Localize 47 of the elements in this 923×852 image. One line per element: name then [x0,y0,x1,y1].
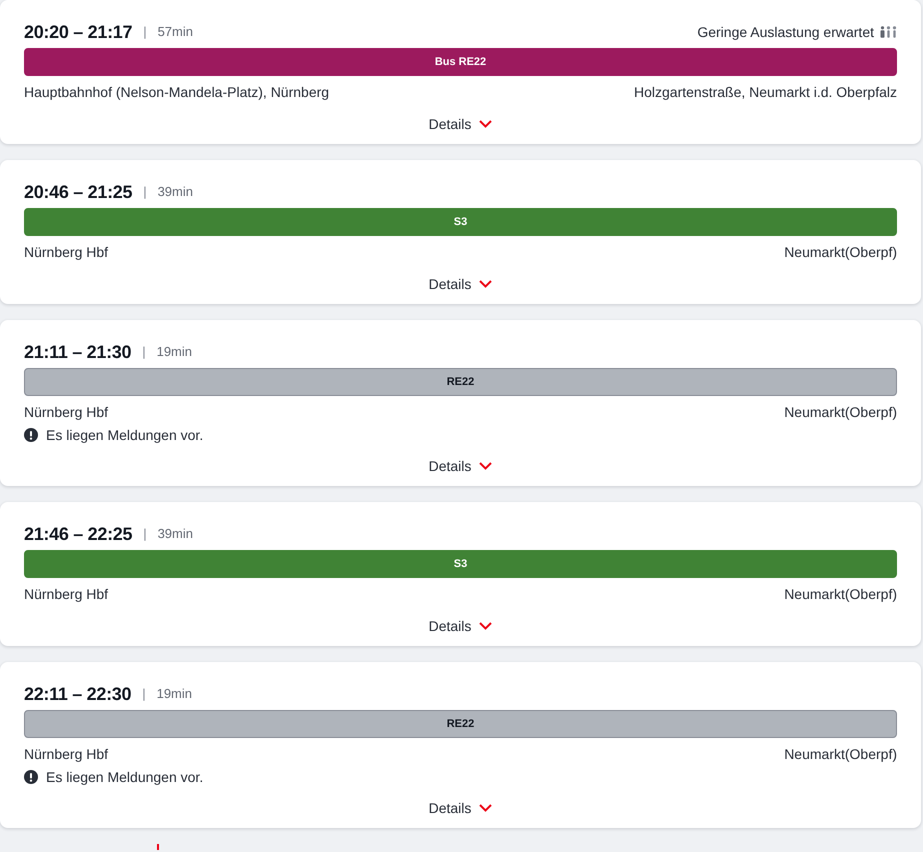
arrival-station: Neumarkt(Oberpf) [784,744,897,764]
chevron-down-icon [479,622,492,630]
details-toggle[interactable]: Details [428,456,492,476]
chevron-down-icon [479,120,492,128]
chevron-down-icon [479,462,492,470]
line-bar[interactable]: Bus RE22 [24,48,897,76]
separator: | [142,343,146,362]
departure-station: Nürnberg Hbf [24,242,108,262]
line-bar[interactable]: RE22 [24,710,897,738]
occupancy-people-icon [880,26,897,38]
travel-duration: 19min [156,685,192,704]
departure-station: Nürnberg Hbf [24,584,108,604]
line-bar[interactable]: S3 [24,208,897,236]
travel-duration: 19min [156,343,192,362]
departure-arrival-times: 22:11 – 22:30 [24,683,132,706]
departure-station: Hauptbahnhof (Nelson-Mandela-Platz), Nürnberg [24,82,330,102]
departure-arrival-times: 20:46 – 21:25 [24,181,132,204]
exclamation-circle-icon [24,428,38,442]
line-bar[interactable]: RE22 [24,368,897,396]
departure-arrival-times: 21:46 – 22:25 [24,523,132,546]
notice-text: Es liegen Meldungen vor. [46,426,204,445]
details-toggle[interactable]: Details [428,798,492,818]
arrival-station: Neumarkt(Oberpf) [784,242,897,262]
travel-duration: 39min [158,525,193,544]
arrival-station: Holzgartenstraße, Neumarkt i.d. Oberpfalz [634,82,897,102]
separator: | [143,525,147,544]
travel-duration: 39min [158,183,193,202]
departure-arrival-times: 20:20 – 21:17 [24,21,132,44]
chevron-down-icon [479,804,492,812]
details-toggle[interactable]: Details [428,274,492,294]
separator: | [143,183,147,202]
cut-off-marker [157,844,159,850]
details-toggle[interactable]: Details [428,616,492,636]
arrival-station: Neumarkt(Oberpf) [784,584,897,604]
exclamation-circle-icon [24,770,38,784]
arrival-station: Neumarkt(Oberpf) [784,402,897,422]
line-bar[interactable]: S3 [24,550,897,578]
departure-arrival-times: 21:11 – 21:30 [24,341,132,364]
departure-station: Nürnberg Hbf [24,744,108,764]
chevron-down-icon [479,280,492,288]
separator: | [142,685,146,704]
notice-text: Es liegen Meldungen vor. [46,768,204,787]
travel-duration: 57min [158,23,193,42]
details-toggle[interactable]: Details [428,114,492,134]
occupancy-text: Geringe Auslastung erwartet [697,22,874,42]
separator: | [143,23,147,42]
departure-station: Nürnberg Hbf [24,402,108,422]
